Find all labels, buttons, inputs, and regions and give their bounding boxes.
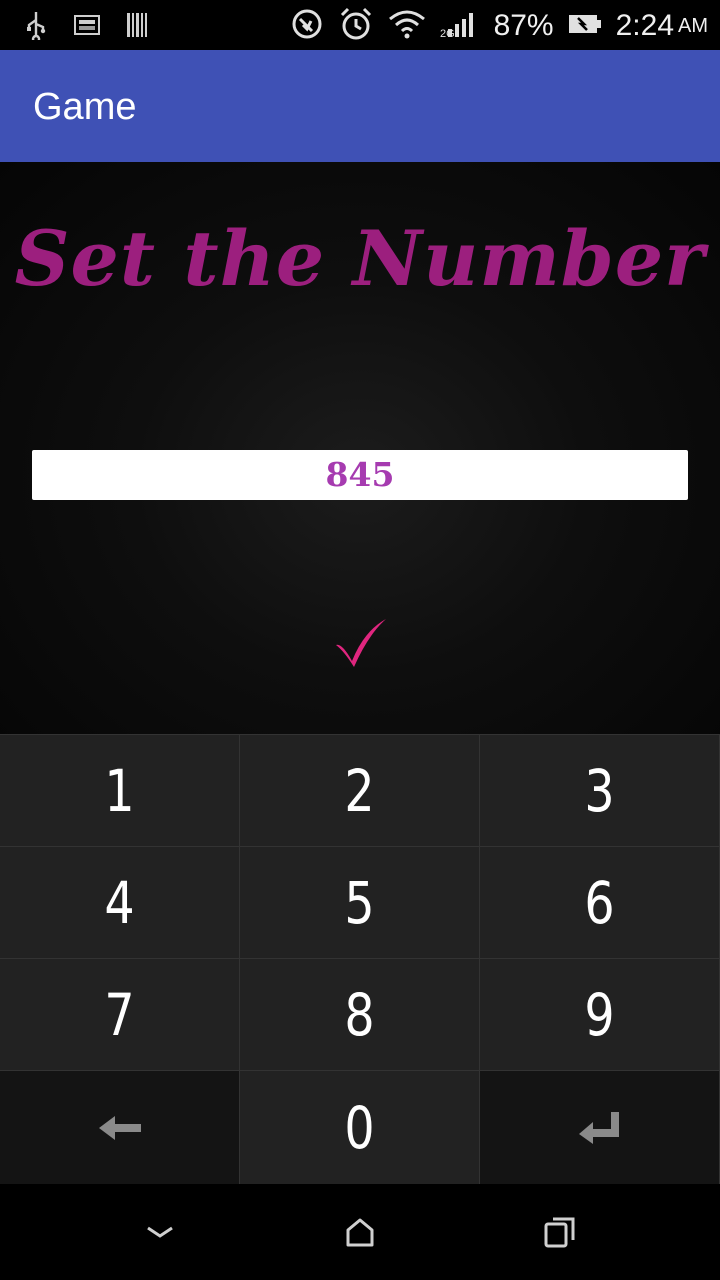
key-0[interactable]: 0 [240, 1070, 480, 1184]
keypad: 1 2 3 4 5 6 7 8 9 0 [0, 734, 720, 1184]
app-title: Game [33, 86, 137, 128]
enter-key[interactable] [480, 1070, 720, 1184]
key-label: 4 [104, 868, 135, 937]
arrow-left-icon [98, 1115, 141, 1140]
key-label: 5 [344, 868, 375, 937]
key-label: 8 [344, 980, 375, 1049]
key-label: 1 [104, 756, 135, 825]
key-label: 6 [584, 868, 615, 937]
key-2[interactable]: 2 [240, 734, 480, 846]
svg-text:2G: 2G [440, 28, 455, 39]
number-field[interactable]: 845 [32, 450, 688, 500]
key-7[interactable]: 7 [0, 958, 240, 1070]
key-6[interactable]: 6 [480, 846, 720, 958]
clock-ampm: AM [678, 14, 708, 37]
recents-icon [544, 1217, 575, 1248]
battery-percent: 87% [493, 9, 554, 42]
key-label: 0 [344, 1093, 375, 1162]
nav-recents-button[interactable] [530, 1212, 590, 1252]
barcode-icon [126, 12, 148, 43]
key-8[interactable]: 8 [240, 958, 480, 1070]
key-9[interactable]: 9 [480, 958, 720, 1070]
key-3[interactable]: 3 [480, 734, 720, 846]
game-heading: Set the Number [14, 214, 706, 303]
key-label: 7 [104, 980, 135, 1049]
home-icon [346, 1218, 374, 1247]
battery-icon [568, 12, 602, 41]
key-label: 9 [584, 980, 615, 1049]
game-area: Set the Number 845 [0, 162, 720, 734]
alarm-icon [338, 6, 374, 47]
signal-icon: 2G [440, 9, 480, 44]
screen: 2G 87% 2:24 AM Game Set the Number 845 1… [0, 0, 720, 1280]
clock-time: 2:24 [615, 9, 674, 42]
nav-bar [0, 1184, 720, 1280]
vibrate-icon [290, 7, 324, 46]
checkmark-icon [336, 619, 386, 667]
nav-home-button[interactable] [330, 1212, 390, 1252]
app-bar: Game [0, 50, 720, 162]
status-bar: 2G 87% 2:24 AM [0, 0, 720, 50]
confirm-button[interactable] [330, 612, 390, 672]
key-5[interactable]: 5 [240, 846, 480, 958]
nav-back-button[interactable] [130, 1212, 190, 1252]
wifi-icon [388, 9, 426, 44]
usb-icon [24, 10, 48, 45]
key-1[interactable]: 1 [0, 734, 240, 846]
key-label: 2 [344, 756, 375, 825]
backspace-key[interactable] [0, 1070, 240, 1184]
key-label: 3 [584, 756, 615, 825]
screenshot-icon [74, 14, 100, 41]
enter-icon [578, 1111, 619, 1144]
key-4[interactable]: 4 [0, 846, 240, 958]
back-icon [147, 1226, 173, 1238]
